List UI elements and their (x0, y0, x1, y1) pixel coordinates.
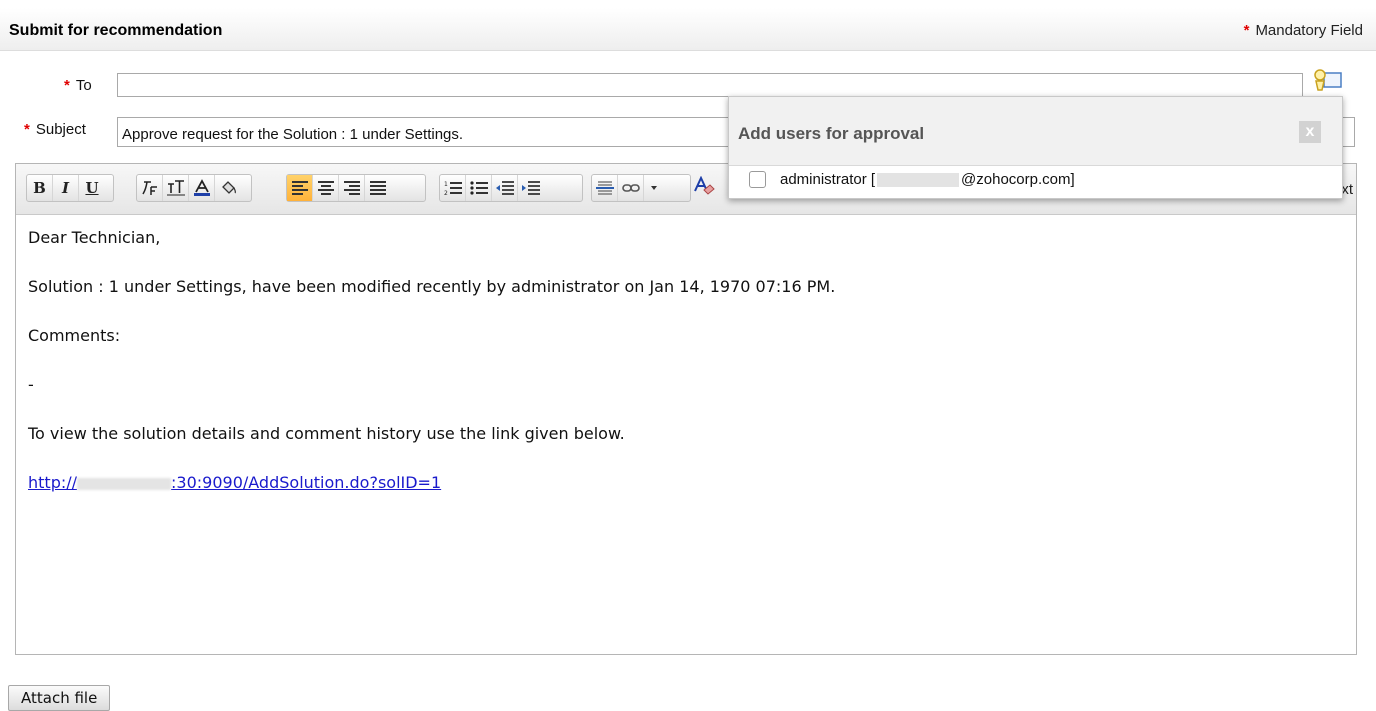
underline-button[interactable]: U (79, 175, 105, 201)
clear-formatting-button[interactable] (691, 174, 717, 200)
justify-button[interactable] (365, 175, 391, 201)
redacted-email (877, 172, 960, 187)
link-suffix: :30:9090/AddSolution.do?solID=1 (171, 473, 442, 492)
comments-label: Comments: (28, 326, 121, 345)
user-checkbox[interactable] (749, 171, 766, 188)
italic-button[interactable]: I (53, 175, 79, 201)
chevron-down-icon[interactable] (644, 175, 664, 201)
font-family-button[interactable] (137, 175, 163, 201)
user-name: administrator [ (780, 171, 876, 188)
select-users-icon[interactable] (1311, 68, 1343, 99)
subject-label: Subject (35, 121, 86, 138)
toolbar-text-fragment: xt (1341, 181, 1353, 198)
align-left-button[interactable] (287, 175, 313, 201)
alignment-group (286, 174, 426, 202)
solution-link-line: http:// :30:9090/AddSolution.do?solID=1 (28, 473, 835, 493)
mandatory-label: Mandatory Field (1255, 22, 1363, 39)
page-title: Submit for recommendation (9, 22, 223, 39)
horizontal-rule-button[interactable] (592, 175, 618, 201)
comments-value: - (28, 375, 34, 394)
insert-link-button[interactable] (618, 175, 644, 201)
solution-link[interactable]: http:// :30:9090/AddSolution.do?solID=1 (28, 473, 441, 492)
to-label-group: * To (64, 77, 92, 94)
outdent-button[interactable] (492, 175, 518, 201)
rich-text-editor[interactable]: B I U 1 2 xt Dear Technician, Solution:… (15, 163, 1357, 655)
bullet-list-button[interactable] (466, 175, 492, 201)
to-label: To (75, 77, 92, 94)
insert-group (591, 174, 691, 202)
required-star: * (24, 121, 30, 138)
subject-label-group: * Subject (24, 121, 86, 138)
list-group: 12 (439, 174, 583, 202)
indent-button[interactable] (518, 175, 544, 201)
mandatory-field-note: * Mandatory Field (1244, 22, 1363, 39)
required-star: * (64, 77, 70, 94)
add-users-popup: Add users for approval x administrator [… (728, 96, 1343, 199)
bold-button[interactable]: B (27, 175, 53, 201)
editor-content: Dear Technician, Solution : 1 under Sett… (28, 228, 835, 522)
numbered-list-button[interactable]: 12 (440, 175, 466, 201)
link-prefix: http:// (28, 473, 78, 492)
format-group: B I U (26, 174, 114, 202)
instruction-text: To view the solution details and comment… (28, 424, 625, 443)
svg-text:2: 2 (444, 190, 448, 197)
attach-file-button[interactable]: Attach file (8, 685, 111, 711)
font-color-button[interactable] (189, 175, 215, 201)
required-star: * (1243, 22, 1250, 39)
close-icon[interactable]: x (1299, 121, 1321, 143)
redacted-host (77, 477, 172, 490)
modified-text: Solution : 1 under Settings, have been m… (28, 277, 836, 296)
popup-header: Add users for approval x (729, 97, 1342, 166)
background-color-button[interactable] (215, 175, 241, 201)
align-center-button[interactable] (313, 175, 339, 201)
clear-format-group (691, 174, 725, 202)
user-row[interactable]: administrator [ @zohocorp.com] (749, 171, 1075, 188)
font-size-button[interactable] (163, 175, 189, 201)
to-input[interactable] (117, 73, 1303, 97)
svg-text:1: 1 (444, 181, 448, 188)
align-right-button[interactable] (339, 175, 365, 201)
popup-title: Add users for approval (738, 124, 925, 143)
greeting-text: Dear Technician, (28, 228, 161, 247)
user-email-domain: @zohocorp.com] (961, 171, 1075, 188)
font-group (136, 174, 252, 202)
